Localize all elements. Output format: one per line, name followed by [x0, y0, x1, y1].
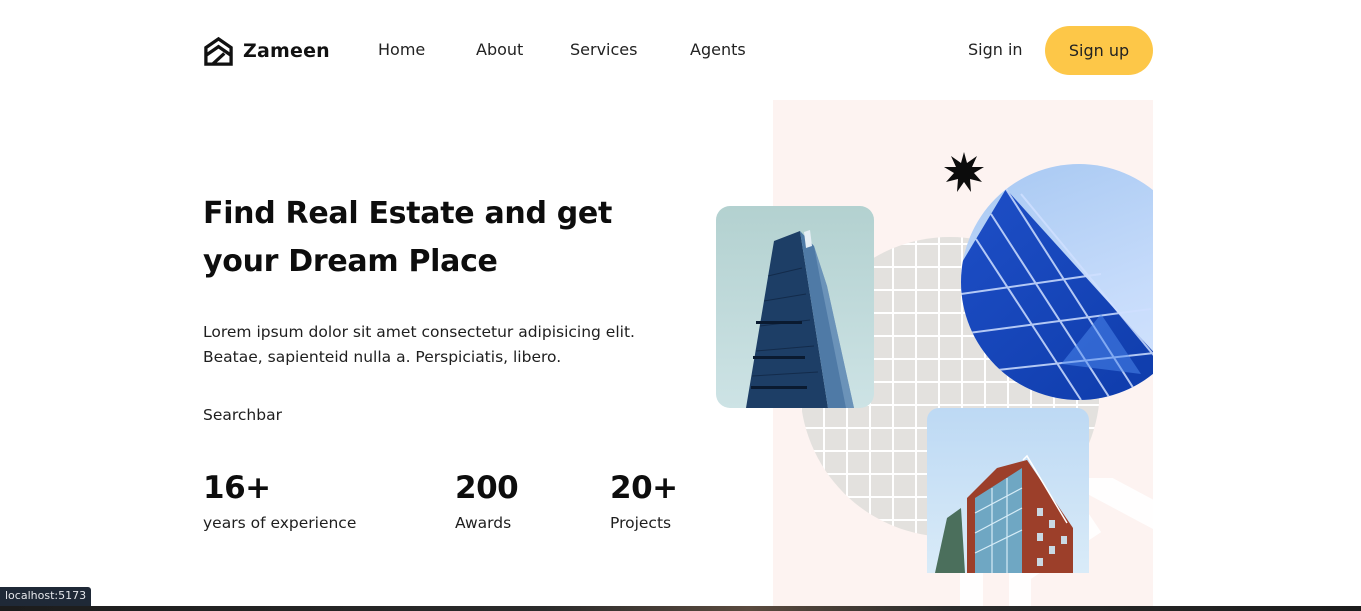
stat-label: years of experience [203, 514, 357, 532]
navbar: Zameen Home About Services Agents Sign i… [0, 0, 1361, 100]
hero-title-line-1: Find Real Estate and get [203, 196, 613, 231]
stat-experience: 16+ years of experience [203, 467, 356, 532]
skyscraper-photo [716, 206, 874, 408]
status-bar-url: localhost:5173 [0, 587, 92, 607]
stat-label: Projects [610, 514, 672, 532]
hero-description-line-1: Lorem ipsum dolor sit amet consectetur a… [203, 323, 635, 341]
stat-value: 200 [455, 470, 519, 506]
nav-link-home[interactable]: Home [378, 40, 425, 59]
glass-building-photo-frame [961, 164, 1153, 400]
nav-link-services[interactable]: Services [570, 40, 637, 59]
sign-in-link[interactable]: Sign in [968, 40, 1023, 59]
stat-label: Awards [455, 514, 512, 532]
hero-title: Find Real Estate and get your Dream Plac… [203, 190, 673, 286]
glass-building-photo [961, 164, 1153, 400]
next-section-edge [0, 606, 1361, 611]
stat-projects: 20+ Projects [610, 467, 678, 532]
brand-logo[interactable]: Zameen [203, 34, 330, 68]
hero-description-line-2: Beatae, sapienteid nulla a. Perspiciatis… [203, 348, 562, 366]
stat-awards: 200 Awards [455, 467, 519, 532]
nav-link-agents[interactable]: Agents [690, 40, 746, 59]
hero-title-line-2: your Dream Place [203, 244, 498, 279]
sign-up-button[interactable]: Sign up [1045, 26, 1153, 75]
house-logo-icon [203, 36, 234, 67]
brick-building-photo [927, 408, 1089, 573]
nav-link-about[interactable]: About [476, 40, 523, 59]
brand-name: Zameen [243, 40, 330, 62]
stat-value: 20+ [610, 470, 678, 506]
searchbar-placeholder[interactable]: Searchbar [203, 406, 282, 424]
hero-description: Lorem ipsum dolor sit amet consectetur a… [203, 320, 673, 370]
starburst-icon [944, 152, 984, 192]
stat-value: 16+ [203, 470, 271, 506]
